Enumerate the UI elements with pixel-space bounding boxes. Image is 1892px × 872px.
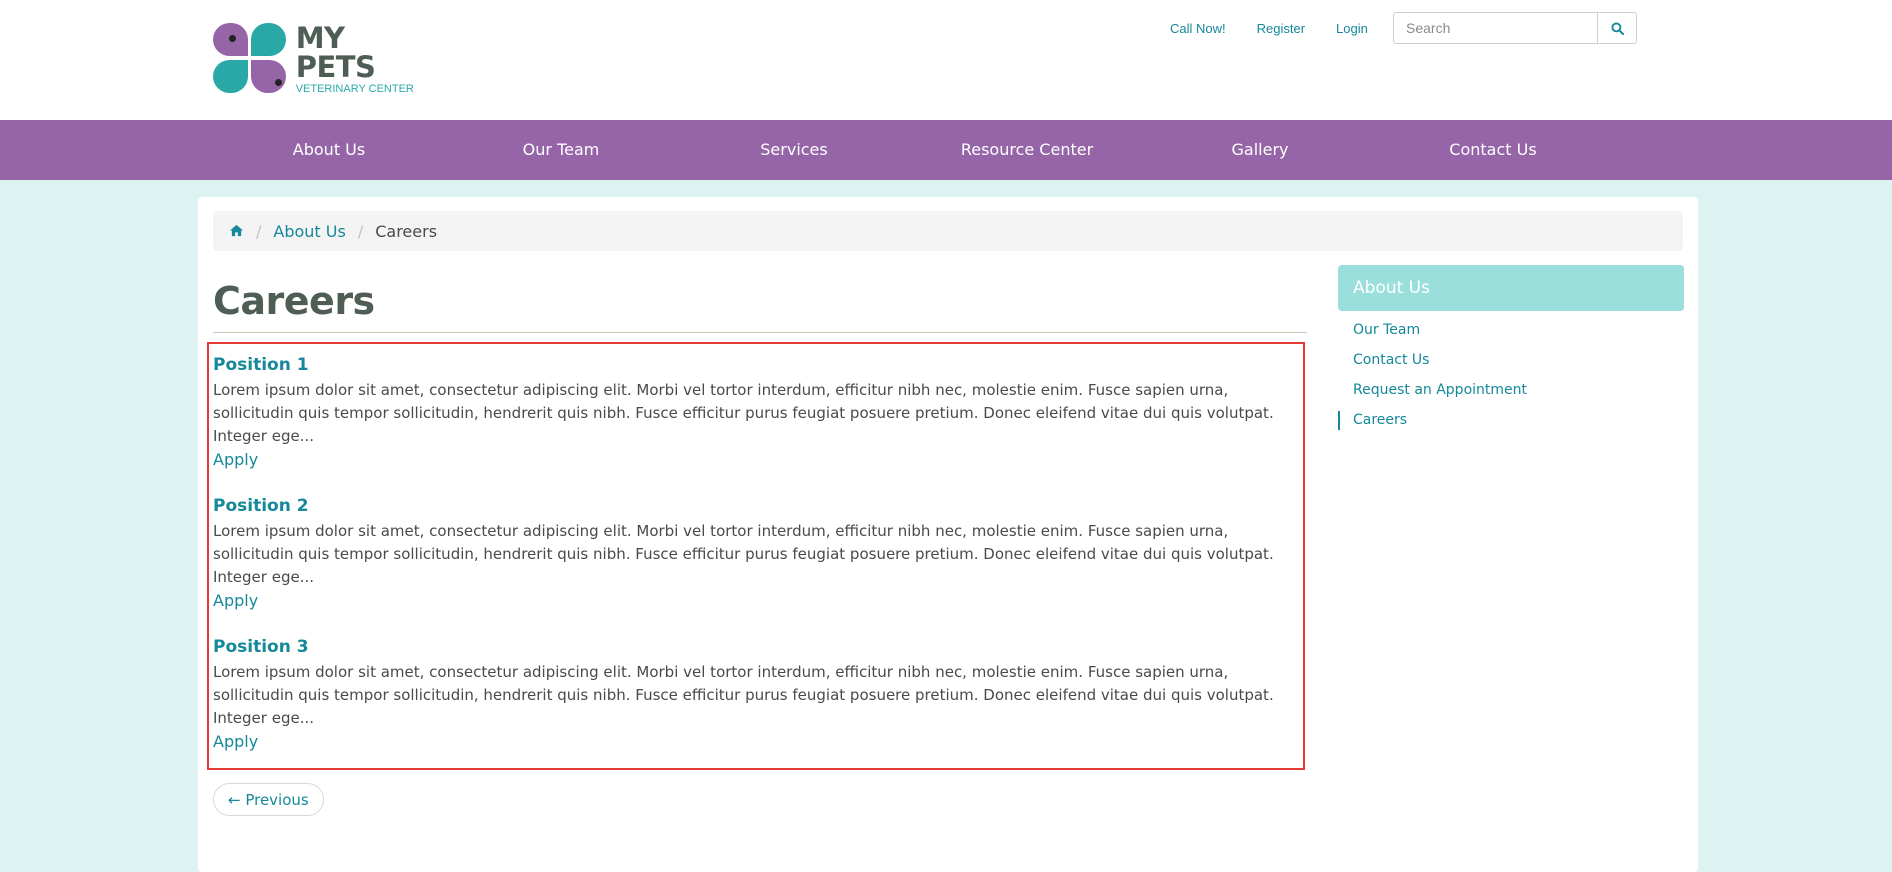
logo-mark [213,23,287,95]
nav-gallery[interactable]: Gallery [1232,120,1289,180]
position-item: Position 2 Lorem ipsum dolor sit amet, c… [213,494,1293,612]
apply-link[interactable]: Apply [213,730,258,753]
nav-resource-center[interactable]: Resource Center [961,120,1093,180]
breadcrumb-separator: / [256,221,262,241]
positions-list: Position 1 Lorem ipsum dolor sit amet, c… [207,342,1305,770]
search-button[interactable] [1597,13,1636,43]
breadcrumb-current: Careers [375,221,438,241]
nav-services[interactable]: Services [760,120,827,180]
content-container: / About Us / Careers Careers Position 1 … [198,197,1698,872]
position-description: Lorem ipsum dolor sit amet, consectetur … [213,522,1274,586]
nav-contact-us[interactable]: Contact Us [1449,120,1536,180]
home-icon [230,224,243,236]
sidebar-heading[interactable]: About Us [1338,265,1684,311]
sidebar: About Us Our Team Contact Us Request an … [1338,265,1684,435]
sidebar-item-careers[interactable]: Careers [1338,405,1684,435]
login-link[interactable]: Login [1336,21,1368,36]
search-icon [1610,21,1624,35]
position-description: Lorem ipsum dolor sit amet, consectetur … [213,381,1274,445]
position-description: Lorem ipsum dolor sit amet, consectetur … [213,663,1274,727]
breadcrumb: / About Us / Careers [213,211,1683,251]
sidebar-item-our-team[interactable]: Our Team [1338,315,1684,345]
apply-link[interactable]: Apply [213,448,258,471]
site-header: MY PETS VETERINARY CENTER Call Now! Regi… [0,0,1892,120]
logo-subtitle: VETERINARY CENTER [295,82,414,95]
logo-title: MY PETS [295,20,376,84]
position-title[interactable]: Position 2 [213,494,1293,518]
sidebar-item-request-appointment[interactable]: Request an Appointment [1338,375,1684,405]
previous-page-button[interactable]: ← Previous [213,783,324,816]
search-form [1393,12,1637,44]
nav-about-us[interactable]: About Us [293,120,365,180]
breadcrumb-separator: / [357,221,364,241]
site-logo[interactable]: MY PETS VETERINARY CENTER [213,23,423,95]
sidebar-item-contact-us[interactable]: Contact Us [1338,345,1684,375]
call-now-link[interactable]: Call Now! [1170,21,1226,36]
main-nav: About Us Our Team Services Resource Cent… [0,120,1892,180]
sidebar-menu: Our Team Contact Us Request an Appointme… [1338,315,1684,435]
position-title[interactable]: Position 3 [213,635,1293,659]
position-title[interactable]: Position 1 [213,353,1293,377]
position-item: Position 1 Lorem ipsum dolor sit amet, c… [213,353,1293,471]
title-divider [213,332,1307,333]
nav-our-team[interactable]: Our Team [523,120,600,180]
page-title: Careers [213,279,375,323]
apply-link[interactable]: Apply [213,589,258,612]
register-link[interactable]: Register [1257,21,1305,36]
utility-links: Call Now! Register Login [1170,21,1399,36]
search-input[interactable] [1394,13,1597,43]
breadcrumb-home[interactable] [229,222,244,241]
breadcrumb-about-us[interactable]: About Us [273,222,345,241]
position-item: Position 3 Lorem ipsum dolor sit amet, c… [213,635,1293,753]
